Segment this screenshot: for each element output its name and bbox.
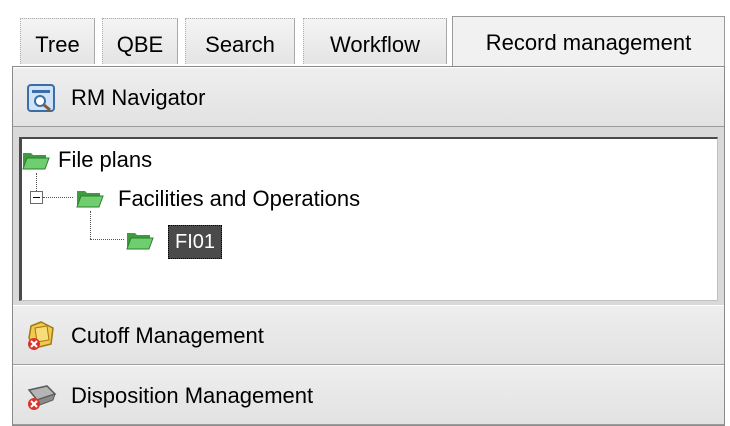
cutoff-management-title: Cutoff Management: [71, 323, 264, 348]
collapse-toggle[interactable]: [30, 191, 43, 204]
cutoff-management-icon: [28, 321, 54, 350]
tab-record-management[interactable]: Record management: [452, 16, 725, 66]
tab-qbe[interactable]: QBE: [102, 18, 178, 64]
file-plan-tree[interactable]: File plans Facilities and Operations FI0…: [19, 137, 718, 301]
rm-navigator-header[interactable]: RM Navigator: [13, 67, 724, 127]
folder-open-icon: [22, 153, 50, 170]
tree-node-fi01[interactable]: FI01: [168, 225, 223, 259]
rm-panel: RM Navigator File plans Facilities and O…: [12, 66, 725, 426]
rm-navigator-title: RM Navigator: [71, 85, 206, 110]
tree-connector: [90, 239, 124, 240]
tree-connector: [36, 173, 37, 191]
tree-connector: [90, 211, 91, 239]
folder-open-icon: [76, 191, 104, 208]
disposition-management-header[interactable]: Disposition Management: [13, 365, 724, 425]
cutoff-management-header[interactable]: Cutoff Management: [13, 305, 724, 365]
folder-open-icon: [126, 233, 154, 250]
tree-node-file-plans[interactable]: File plans: [58, 147, 152, 173]
tab-tree[interactable]: Tree: [20, 18, 95, 64]
disposition-management-icon: [27, 385, 57, 410]
tree-connector: [43, 197, 73, 198]
rm-navigator-icon: [27, 84, 55, 112]
disposition-management-title: Disposition Management: [71, 383, 314, 408]
tab-workflow[interactable]: Workflow: [303, 18, 447, 64]
tab-search[interactable]: Search: [185, 18, 295, 64]
tab-strip: Tree QBE Search Workflow Record manageme…: [20, 16, 725, 66]
record-management-window: Tree QBE Search Workflow Record manageme…: [0, 0, 730, 426]
tree-node-facilities-and-operations[interactable]: Facilities and Operations: [118, 186, 360, 212]
